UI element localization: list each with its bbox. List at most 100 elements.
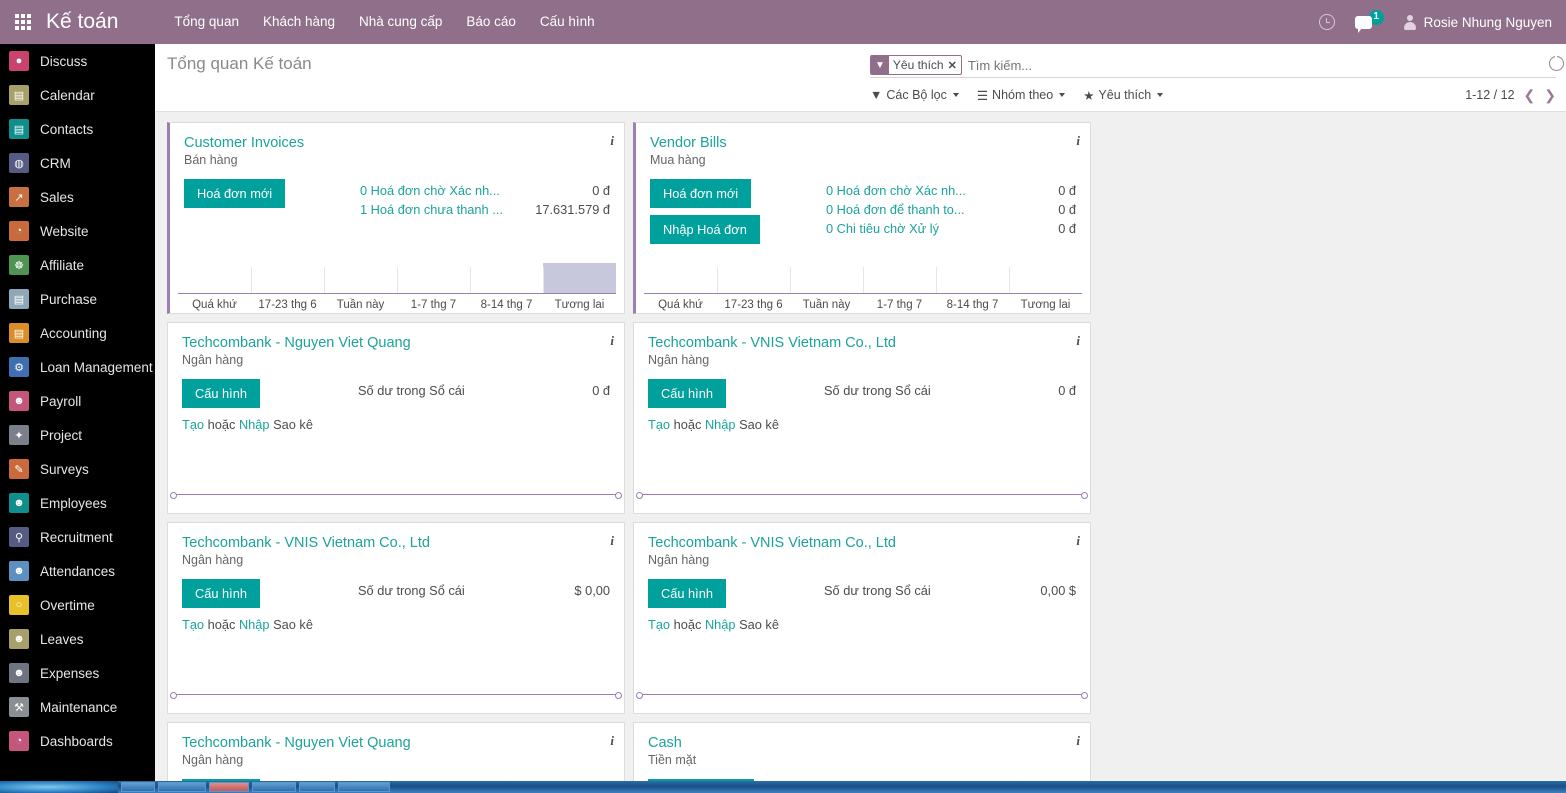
taskbar-button[interactable] bbox=[252, 782, 296, 792]
create-statement-link[interactable]: Tạo bbox=[648, 417, 670, 432]
journal-card[interactable]: Vendor Bills Mua hàng i Hoá đơn mới Nhập Hoá… bbox=[633, 122, 1091, 314]
figure-label[interactable]: 0 Hoá đơn chờ Xác nh... bbox=[826, 181, 966, 200]
figure-row[interactable]: 0 Hoá đơn chờ Xác nh... 0 đ bbox=[360, 181, 610, 200]
journal-card[interactable]: Techcombank - Nguyen Viet Quang Ngân hàng… bbox=[167, 722, 625, 781]
search-input[interactable] bbox=[967, 57, 1556, 73]
sidebar-item-website[interactable]: ◔ Website bbox=[0, 214, 155, 248]
card-title[interactable]: Vendor Bills bbox=[650, 135, 727, 151]
sidebar-item-payroll[interactable]: ☻ Payroll bbox=[0, 384, 155, 418]
card-title[interactable]: Techcombank - VNIS Vietnam Co., Ltd bbox=[648, 335, 896, 351]
card-title[interactable]: Techcombank - Nguyen Viet Quang bbox=[182, 735, 411, 751]
sidebar-item-surveys[interactable]: ✎ Surveys bbox=[0, 452, 155, 486]
journal-card[interactable]: Techcombank - VNIS Vietnam Co., Ltd Ngân … bbox=[633, 522, 1091, 714]
info-icon[interactable]: i bbox=[610, 333, 614, 349]
close-icon[interactable]: ✕ bbox=[947, 59, 961, 72]
create-statement-link[interactable]: Tạo bbox=[648, 617, 670, 632]
create-statement-link[interactable]: Tạo bbox=[182, 417, 204, 432]
sidebar-item-contacts[interactable]: ▤ Contacts bbox=[0, 112, 155, 146]
sidebar-item-recruitment[interactable]: ⚲ Recruitment bbox=[0, 520, 155, 554]
journal-card[interactable]: CashTiền mặtiGiao dịch mớiSố dư trong Sổ… bbox=[633, 722, 1091, 781]
card-title[interactable]: Techcombank - Nguyen Viet Quang bbox=[182, 335, 411, 351]
card-title[interactable]: Techcombank - VNIS Vietnam Co., Ltd bbox=[648, 535, 896, 551]
card-action-button[interactable]: Cấu hình bbox=[648, 379, 726, 408]
taskbar-button[interactable] bbox=[121, 782, 155, 792]
card-action-button[interactable]: Cấu hình bbox=[182, 579, 260, 608]
figure-label[interactable]: 0 Hoá đơn để thanh to... bbox=[826, 200, 965, 219]
sidebar-item-crm[interactable]: ◍ CRM bbox=[0, 146, 155, 180]
taskbar-button[interactable] bbox=[158, 782, 206, 792]
journal-card[interactable]: Techcombank - Nguyen Viet Quang Ngân hàng… bbox=[167, 322, 625, 514]
info-icon[interactable]: i bbox=[1076, 533, 1080, 549]
sidebar-item-dashboards[interactable]: ◔ Dashboards bbox=[0, 724, 155, 758]
chevron-right-icon[interactable]: ❯ bbox=[1544, 87, 1556, 104]
app-sidebar[interactable]: ● Discuss ▤ Calendar ▤ Contacts ◍ CRM ↗ Sales ◔ Web… bbox=[0, 44, 155, 793]
card-action-button[interactable]: Nhập Hoá đơn bbox=[650, 215, 760, 244]
info-icon[interactable]: i bbox=[1076, 133, 1080, 149]
search-facet-favorite[interactable]: ▼ Yêu thích ✕ bbox=[870, 55, 962, 75]
figure-row[interactable]: 0 Hoá đơn để thanh to... 0 đ bbox=[826, 200, 1076, 219]
journal-card[interactable]: Techcombank - VNIS Vietnam Co., Ltd Ngân … bbox=[167, 522, 625, 714]
figure-label[interactable]: 1 Hoá đơn chưa thanh ... bbox=[360, 200, 503, 219]
sidebar-item-maintenance[interactable]: ⚒ Maintenance bbox=[0, 690, 155, 724]
card-main: Cấu hình Tạo hoặc Nhập Sao kê Số dư trong … bbox=[648, 579, 1076, 632]
sidebar-item-calendar[interactable]: ▤ Calendar bbox=[0, 78, 155, 112]
card-action-button[interactable]: Cấu hình bbox=[648, 579, 726, 608]
groupby-dropdown-button[interactable]: ☰ Nhóm theo bbox=[977, 88, 1066, 103]
card-title[interactable]: Cash bbox=[648, 735, 682, 751]
journal-card[interactable]: Customer Invoices Bán hàng i Hoá đơn mới 0 H… bbox=[167, 122, 625, 314]
search-bar[interactable]: ▼ Yêu thích ✕ bbox=[870, 53, 1556, 78]
sidebar-item-sales[interactable]: ↗ Sales bbox=[0, 180, 155, 214]
sidebar-item-purchase[interactable]: ▤ Purchase bbox=[0, 282, 155, 316]
activity-menu-button[interactable] bbox=[1309, 0, 1345, 44]
sidebar-item-discuss[interactable]: ● Discuss bbox=[0, 44, 155, 78]
figure-row[interactable]: 1 Hoá đơn chưa thanh ... 17.631.579 đ bbox=[360, 200, 610, 219]
taskbar-button[interactable] bbox=[299, 782, 335, 792]
sidebar-item-attendances[interactable]: ☻ Attendances bbox=[0, 554, 155, 588]
info-icon[interactable]: i bbox=[610, 533, 614, 549]
chevron-left-icon[interactable]: ❮ bbox=[1524, 87, 1536, 104]
sidebar-item-employees[interactable]: ☻ Employees bbox=[0, 486, 155, 520]
taskbar-button[interactable] bbox=[209, 782, 249, 792]
card-action-button[interactable]: Hoá đơn mới bbox=[650, 179, 752, 208]
info-icon[interactable]: i bbox=[610, 733, 614, 749]
sidebar-item-leaves[interactable]: ☻ Leaves bbox=[0, 622, 155, 656]
card-title[interactable]: Customer Invoices bbox=[184, 135, 304, 151]
menu-item-3[interactable]: Báo cáo bbox=[454, 0, 528, 44]
info-icon[interactable]: i bbox=[610, 133, 614, 149]
import-statement-link[interactable]: Nhập bbox=[705, 617, 736, 632]
import-statement-link[interactable]: Nhập bbox=[705, 417, 736, 432]
card-title[interactable]: Techcombank - VNIS Vietnam Co., Ltd bbox=[182, 535, 430, 551]
figure-label[interactable]: 0 Hoá đơn chờ Xác nh... bbox=[360, 181, 500, 200]
sidebar-item-accounting[interactable]: ▤ Accounting bbox=[0, 316, 155, 350]
journal-card[interactable]: Techcombank - VNIS Vietnam Co., Ltd Ngân … bbox=[633, 322, 1091, 514]
gear-icon[interactable] bbox=[1549, 56, 1564, 71]
sidebar-item-overtime[interactable]: ○ Overtime bbox=[0, 588, 155, 622]
figure-label[interactable]: 0 Chi tiêu chờ Xử lý bbox=[826, 219, 939, 238]
menu-item-2[interactable]: Nhà cung cấp bbox=[347, 0, 454, 44]
sidebar-item-affiliate[interactable]: ☸ Affiliate bbox=[0, 248, 155, 282]
taskbar-button[interactable] bbox=[338, 782, 390, 792]
figure-row[interactable]: 0 Hoá đơn chờ Xác nh... 0 đ bbox=[826, 181, 1076, 200]
figure-row[interactable]: 0 Chi tiêu chờ Xử lý 0 đ bbox=[826, 219, 1076, 238]
favorites-dropdown-button[interactable]: ★ Yêu thích bbox=[1083, 88, 1164, 103]
card-action-button[interactable]: Hoá đơn mới bbox=[184, 179, 286, 208]
statement-links: Tạo hoặc Nhập Sao kê bbox=[648, 617, 824, 632]
create-statement-link[interactable]: Tạo bbox=[182, 617, 204, 632]
card-action-button[interactable]: Cấu hình bbox=[182, 379, 260, 408]
menu-item-0[interactable]: Tổng quan bbox=[162, 0, 251, 44]
sidebar-item-loan-management[interactable]: ⚙ Loan Management bbox=[0, 350, 155, 384]
user-menu-button[interactable]: Rosie Nhung Nguyen bbox=[1394, 0, 1562, 44]
figure-row: Số dư trong Sổ cái 0 đ bbox=[824, 381, 1076, 400]
messages-menu-button[interactable]: 1 bbox=[1345, 0, 1394, 44]
menu-item-4[interactable]: Cấu hình bbox=[528, 0, 607, 44]
filters-dropdown-button[interactable]: ▼ Các Bộ lọc bbox=[870, 88, 959, 102]
info-icon[interactable]: i bbox=[1076, 333, 1080, 349]
import-statement-link[interactable]: Nhập bbox=[239, 617, 270, 632]
menu-item-1[interactable]: Khách hàng bbox=[251, 0, 347, 44]
import-statement-link[interactable]: Nhập bbox=[239, 417, 270, 432]
sidebar-item-project[interactable]: ✦ Project bbox=[0, 418, 155, 452]
info-icon[interactable]: i bbox=[1076, 733, 1080, 749]
apps-grid-icon[interactable] bbox=[0, 0, 46, 44]
start-button[interactable] bbox=[0, 781, 118, 793]
sidebar-item-expenses[interactable]: ☻ Expenses bbox=[0, 656, 155, 690]
